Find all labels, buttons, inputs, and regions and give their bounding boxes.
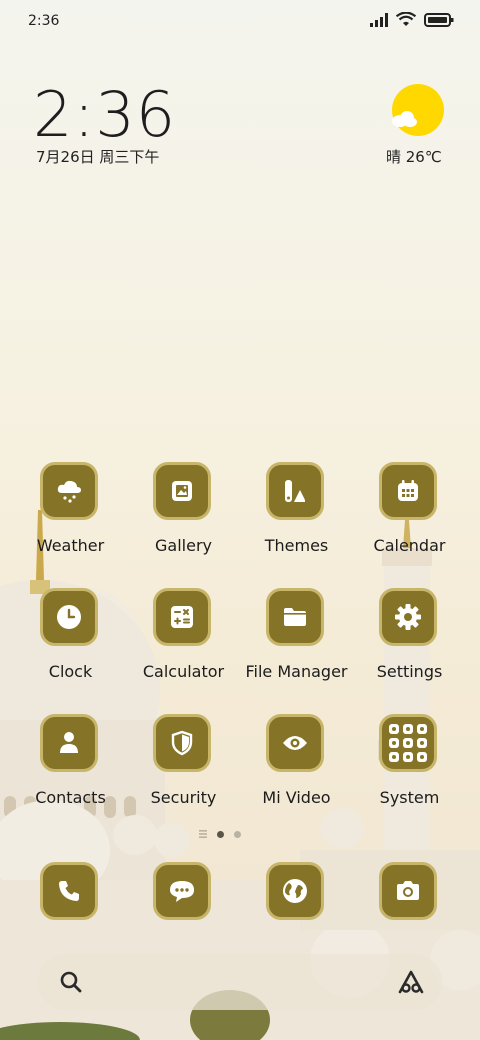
status-time: 2:36 — [28, 13, 60, 29]
dock-camera[interactable] — [353, 862, 466, 962]
phone-icon — [59, 881, 79, 901]
app-settings[interactable]: Settings — [353, 588, 466, 688]
person-icon — [60, 732, 78, 753]
folder-grid-icon — [389, 724, 427, 762]
app-label: Security — [150, 788, 217, 807]
folder-icon — [284, 608, 306, 626]
page-dot — [234, 830, 241, 838]
assistant-icon[interactable] — [396, 968, 426, 996]
app-label: Weather — [36, 536, 105, 555]
battery-icon — [424, 12, 454, 27]
page-indicator[interactable] — [199, 830, 241, 838]
weather-condition-temp: 晴 26℃ — [386, 148, 442, 166]
gear-icon — [395, 604, 421, 630]
calculator-icon — [171, 606, 193, 628]
app-label: Calendar — [373, 536, 446, 555]
weather-widget[interactable]: 晴 26℃ — [386, 84, 446, 166]
calendar-icon — [398, 480, 418, 501]
home-clock-date: 7月26日 周三下午 — [36, 148, 160, 166]
app-label: Gallery — [155, 536, 212, 555]
list-page-icon — [199, 830, 207, 838]
app-security[interactable]: Security — [127, 714, 240, 814]
app-label: Clock — [48, 662, 93, 681]
app-label: Themes — [264, 536, 329, 555]
status-bar: 2:36 — [0, 0, 480, 44]
app-weather[interactable]: Weather — [14, 462, 127, 562]
clock-icon — [57, 605, 81, 629]
dock-messages[interactable] — [127, 862, 240, 962]
app-gallery[interactable]: Gallery — [127, 462, 240, 562]
wifi-icon — [396, 12, 416, 26]
home-clock-time[interactable]: 2:36 — [33, 78, 176, 151]
dock-browser[interactable] — [240, 862, 353, 962]
search-bar[interactable] — [38, 954, 442, 1010]
cloud-snow-icon — [57, 480, 81, 503]
signal-icon — [370, 12, 388, 27]
cloud-icon — [392, 111, 417, 127]
search-icon — [60, 971, 82, 993]
app-calendar[interactable]: Calendar — [353, 462, 466, 562]
app-mi-video[interactable]: Mi Video — [240, 714, 353, 814]
image-icon — [172, 481, 192, 501]
app-themes[interactable]: Themes — [240, 462, 353, 562]
eye-icon — [283, 736, 307, 750]
themes-icon — [285, 480, 305, 502]
app-label: Settings — [376, 662, 443, 681]
app-file-manager[interactable]: File Manager — [240, 588, 353, 688]
app-label: Contacts — [35, 788, 106, 807]
app-label: File Manager — [245, 662, 348, 681]
camera-icon — [397, 881, 419, 900]
shield-icon — [171, 730, 193, 756]
app-label: Calculator — [142, 662, 225, 681]
app-calculator[interactable]: Calculator — [127, 588, 240, 688]
app-clock[interactable]: Clock — [14, 588, 127, 688]
page-dot-active — [217, 830, 224, 838]
app-system-folder[interactable]: System — [353, 714, 466, 814]
dock-phone[interactable] — [14, 862, 127, 962]
message-icon — [170, 881, 194, 902]
app-label: System — [379, 788, 440, 807]
app-contacts[interactable]: Contacts — [14, 714, 127, 814]
app-label: Mi Video — [262, 788, 331, 807]
globe-icon — [283, 879, 307, 903]
